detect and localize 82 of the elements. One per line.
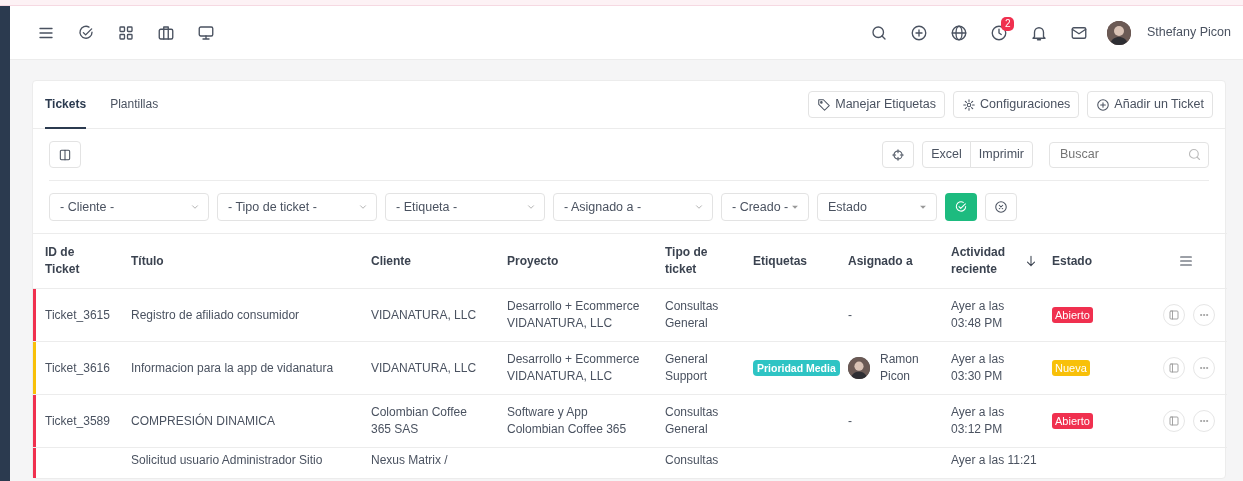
filter-select[interactable]: - Tipo de ticket - [217, 193, 377, 221]
apply-filter-button[interactable] [945, 193, 977, 221]
check-circle-icon [954, 200, 968, 214]
table-cell: Desarrollo + Ecommerce VIDANATURA, LLC [507, 352, 640, 383]
chevron-down-icon [526, 202, 536, 212]
manage-tags-button[interactable]: Manejar Etiquetas [808, 91, 945, 118]
clear-icon [994, 200, 1008, 214]
table-cell: VIDANATURA, LLC [371, 360, 477, 375]
plus-circle-icon [909, 23, 928, 42]
export-button[interactable]: Imprimir [969, 141, 1033, 168]
table-cell: General Support [665, 352, 708, 383]
table-cell: Consultas [665, 453, 719, 467]
columns-icon [58, 147, 72, 162]
activity-time: Ayer a las 11:21 [951, 453, 1037, 467]
crosshair-icon [891, 147, 906, 162]
table-cell: Desarrollo + Ecommerce VIDANATURA, LLC [507, 299, 640, 330]
column-header[interactable]: Asignado a [848, 252, 931, 270]
add-ticket-button[interactable]: Añadir un Ticket [1087, 91, 1213, 118]
ticket-id: Ticket_3615 [45, 307, 110, 322]
settings-icon [962, 97, 976, 112]
tab[interactable]: Tickets [45, 80, 87, 129]
ticket-id: Ticket_3616 [45, 360, 110, 375]
sidebar-icon [1168, 415, 1180, 427]
ticket-title: COMPRESIÓN DINAMICA [131, 413, 275, 428]
table-cell: Consultas General [665, 405, 719, 436]
column-toggle-button[interactable] [49, 141, 81, 168]
target-button[interactable] [882, 141, 915, 168]
user-name[interactable]: Sthefany Picon [1146, 23, 1231, 42]
status-badge: Abierto [1052, 306, 1093, 323]
tab[interactable]: Plantillas [110, 80, 159, 129]
activity-time: Ayer a las 03:48 PM [951, 299, 1005, 330]
activity-time: Ayer a las 03:30 PM [951, 352, 1005, 383]
column-header[interactable]: Cliente [371, 252, 487, 270]
user-avatar[interactable] [1106, 20, 1131, 45]
assignee-name[interactable]: - [848, 306, 852, 324]
table-cell: Colombian Coffee 365 SAS [371, 405, 467, 436]
clear-filter-button[interactable] [985, 193, 1017, 221]
activity-time: Ayer a las 03:12 PM [951, 405, 1005, 436]
table-cell: Consultas General [665, 299, 719, 330]
notification-count: 2 [1000, 16, 1015, 31]
sidebar-icon [1168, 362, 1180, 374]
tag-icon [817, 97, 832, 112]
filter-select[interactable]: Estado [817, 193, 937, 221]
search-field[interactable]: Buscar [1049, 141, 1209, 168]
search-icon [1187, 147, 1202, 162]
chevron-down-icon [694, 202, 704, 212]
ticket-id: Ticket_3589 [45, 413, 110, 428]
sidebar-icon [1168, 309, 1180, 321]
ticket-title: Solicitud usuario Administrador Sitio [131, 453, 323, 467]
check-circle-icon [77, 23, 95, 42]
table-cell: Software y App Colombian Coffee 365 [507, 405, 627, 436]
table-cell: VIDANATURA, LLC [371, 307, 477, 322]
briefcase-icon [157, 23, 175, 42]
search-icon [869, 23, 888, 42]
monitor-icon [197, 23, 215, 42]
filter-select[interactable]: - Cliente - [49, 193, 209, 221]
filter-select[interactable]: - Asignado a - [553, 193, 713, 221]
ticket-title: Informacion para la app de vidanatura [131, 360, 334, 375]
filter-select[interactable]: - Etiqueta - [385, 193, 545, 221]
column-header[interactable]: Proyecto [507, 252, 645, 270]
ticket-title: Registro de afiliado consumidor [131, 307, 300, 322]
clock-button[interactable]: 2 [978, 12, 1019, 53]
assignee-name[interactable]: Ramon Picon [880, 351, 931, 385]
assignee-name[interactable]: - [848, 412, 852, 430]
table-cell: Nexus Matrix / [371, 453, 448, 467]
globe-icon [949, 23, 968, 42]
label-tag: Prioridad Media [753, 359, 840, 376]
column-header[interactable]: Estado [1052, 252, 1133, 270]
column-header[interactable]: Actividad reciente [951, 244, 1024, 278]
settings-button[interactable]: Configuraciones [953, 91, 1080, 118]
status-badge: Nueva [1052, 359, 1090, 376]
plus-circle-icon [1096, 97, 1111, 112]
export-button[interactable]: Excel [922, 141, 971, 168]
column-header[interactable]: Tipo de ticket [665, 244, 733, 278]
chevron-down-icon [358, 202, 368, 212]
filter-select[interactable]: - Creado - [721, 193, 809, 221]
column-header[interactable]: ID de Ticket [45, 244, 111, 278]
chevron-down-icon [190, 202, 200, 212]
column-header[interactable]: Título [131, 252, 351, 270]
status-badge: Abierto [1052, 412, 1093, 429]
column-header[interactable]: Etiquetas [753, 252, 828, 270]
grid-icon [117, 23, 135, 42]
